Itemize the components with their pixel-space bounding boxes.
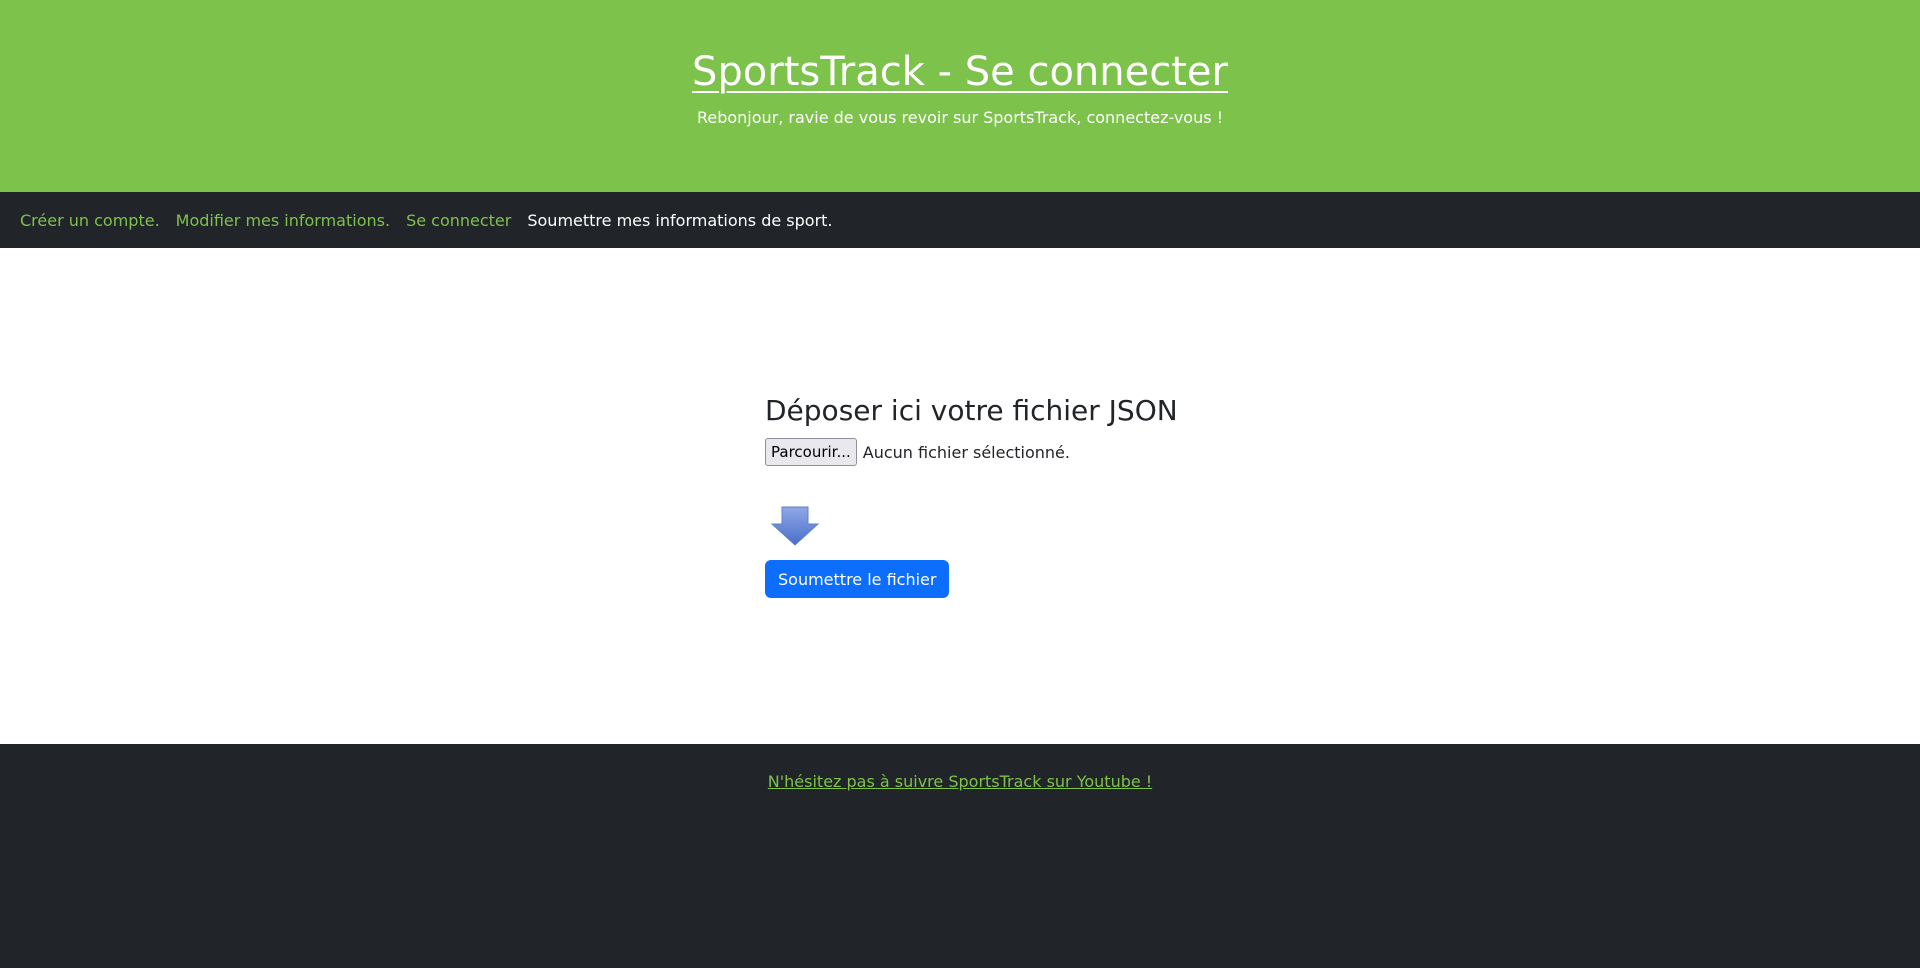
- main-nav: Créer un compte. Modifier mes informatio…: [0, 192, 1920, 248]
- youtube-link[interactable]: N'hésitez pas à suivre SportsTrack sur Y…: [768, 772, 1152, 792]
- nav-item-create-account[interactable]: Créer un compte.: [20, 211, 160, 230]
- upload-title: Déposer ici votre fichier JSON: [765, 394, 1178, 427]
- browse-button[interactable]: Parcourir...: [765, 438, 857, 466]
- down-arrow-icon: [770, 506, 820, 546]
- nav-item-login[interactable]: Se connecter: [406, 211, 511, 230]
- page-title-link[interactable]: SportsTrack - Se connecter: [692, 48, 1228, 96]
- main-content: Déposer ici votre fichier JSON Parcourir…: [0, 248, 1920, 744]
- file-input: Parcourir... Aucun fichier sélectionné.: [765, 438, 1185, 466]
- nav-item-submit-sport-info[interactable]: Soumettre mes informations de sport.: [527, 211, 832, 230]
- page-header: SportsTrack - Se connecter Rebonjour, ra…: [0, 0, 1920, 192]
- page-footer: N'hésitez pas à suivre SportsTrack sur Y…: [0, 744, 1920, 968]
- file-status: Aucun fichier sélectionné.: [862, 442, 1070, 462]
- submit-file-button[interactable]: Soumettre le fichier: [765, 560, 950, 598]
- page-subtitle: Rebonjour, ravie de vous revoir sur Spor…: [696, 108, 1224, 127]
- page: SportsTrack - Se connecter Rebonjour, ra…: [0, 0, 1920, 968]
- upload-form: Déposer ici votre fichier JSON Parcourir…: [765, 394, 1185, 598]
- nav-item-edit-info[interactable]: Modifier mes informations.: [176, 211, 390, 230]
